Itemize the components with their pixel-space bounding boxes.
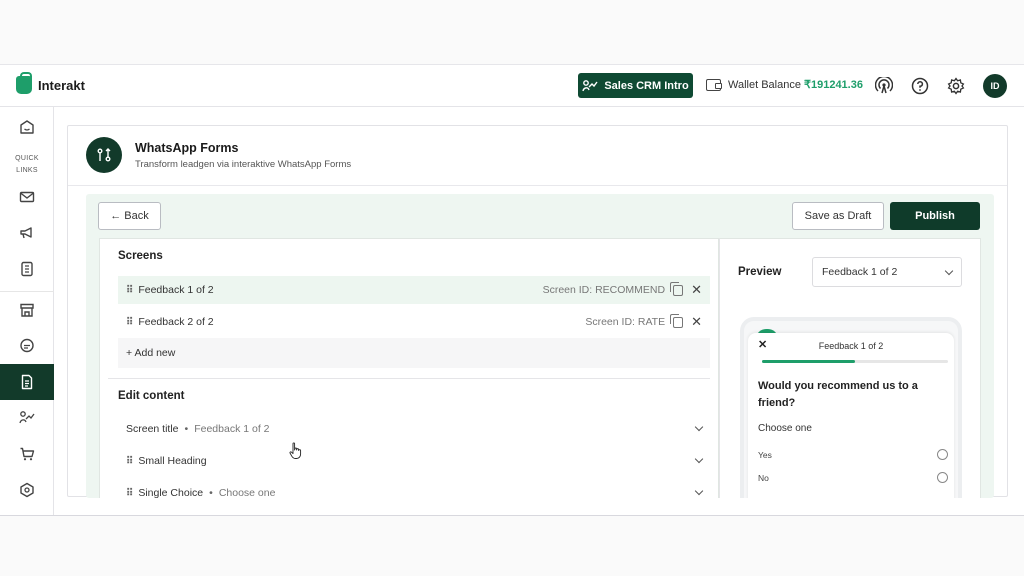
preview-panel: Preview Feedback 1 of 2 Feedback 1 of 2 … xyxy=(719,238,981,498)
sidebar-item-campaigns[interactable] xyxy=(0,215,54,251)
interakt-logo-icon xyxy=(16,72,32,94)
preview-select-value: Feedback 1 of 2 xyxy=(822,266,898,278)
drag-handle-icon[interactable]: ⠿ xyxy=(126,317,133,328)
sidebar-item-commerce[interactable] xyxy=(0,436,54,472)
wallet-icon xyxy=(706,78,722,91)
editor-panel: Screens ⠿ Feedback 1 of 2 Screen ID: REC… xyxy=(99,238,719,498)
choose-label: Choose one xyxy=(758,423,812,434)
screens-title: Screens xyxy=(118,250,163,262)
chat-icon xyxy=(20,338,34,353)
user-avatar[interactable]: ID xyxy=(983,74,1007,98)
close-icon[interactable]: ✕ xyxy=(691,282,702,298)
phone-preview: Feedback 1 of 2 ✕ Would you recommend us… xyxy=(740,317,962,498)
cart-icon xyxy=(20,447,35,461)
mail-icon xyxy=(19,191,35,203)
sidebar-item-mail[interactable] xyxy=(0,179,54,215)
screen-row[interactable]: ⠿ Feedback 2 of 2 Screen ID: RATE ✕ xyxy=(118,308,710,336)
edit-row-label: Single Choice xyxy=(138,487,204,498)
edit-row-label: Screen title xyxy=(126,423,179,435)
chevron-down-icon[interactable] xyxy=(694,454,704,464)
edit-row-small-heading[interactable]: ⠿ Small Heading xyxy=(118,447,710,475)
close-icon[interactable]: ✕ xyxy=(691,314,702,330)
sidebar: QUICK LINKS xyxy=(0,107,54,515)
edit-row-value: Feedback 1 of 2 xyxy=(194,423,270,435)
sidebar-item-chat[interactable] xyxy=(0,328,54,364)
sales-crm-intro-label: Sales CRM Intro xyxy=(604,79,689,92)
radio-button[interactable] xyxy=(937,472,948,483)
sidebar-item-notes[interactable] xyxy=(0,251,54,287)
preview-screen-select[interactable]: Feedback 1 of 2 xyxy=(812,257,962,287)
megaphone-icon xyxy=(20,227,32,239)
copy-icon[interactable] xyxy=(670,281,684,296)
screen-id: Screen ID: RATE xyxy=(585,316,666,328)
edit-row-value: Choose one xyxy=(218,487,276,498)
app-logo[interactable]: Interakt xyxy=(16,72,85,94)
sidebar-item-store[interactable] xyxy=(0,292,54,328)
sidebar-item-integrations[interactable] xyxy=(0,472,54,508)
sales-crm-intro-button[interactable]: Sales CRM Intro xyxy=(578,73,693,98)
form-sheet: Feedback 1 of 2 ✕ Would you recommend us… xyxy=(748,333,954,498)
close-icon[interactable]: ✕ xyxy=(758,338,767,351)
form-icon xyxy=(21,374,33,390)
page-header: WhatsApp Forms Transform leadgen via int… xyxy=(68,126,1007,186)
sidebar-item-crm[interactable] xyxy=(0,400,54,436)
drag-handle-icon[interactable]: ⠿ xyxy=(126,285,133,296)
separator-dot: • xyxy=(209,487,213,498)
app-window: Interakt Sales CRM Intro Wallet Balance … xyxy=(0,64,1024,516)
hexagon-icon xyxy=(20,482,34,498)
quick-links-label: QUICK LINKS xyxy=(15,155,39,174)
save-draft-button[interactable]: Save as Draft xyxy=(792,202,884,230)
option-row[interactable]: No xyxy=(758,472,954,483)
page-title: WhatsApp Forms xyxy=(135,141,239,155)
home-icon xyxy=(20,120,34,134)
edit-content-title: Edit content xyxy=(118,390,185,402)
option-row[interactable]: Yes xyxy=(758,449,954,460)
form-builder-area: ← Back Save as Draft Publish Screens ⠿ F… xyxy=(86,194,994,498)
option-label: No xyxy=(758,472,769,483)
wallet-balance[interactable]: Wallet Balance ₹191241.36 xyxy=(706,78,863,91)
question-text: Would you recommend us to a friend? xyxy=(758,380,918,409)
main-card: WhatsApp Forms Transform leadgen via int… xyxy=(67,125,1008,498)
separator-dot: • xyxy=(184,423,189,435)
help-icon[interactable] xyxy=(911,77,929,95)
notebook-icon xyxy=(21,261,33,277)
app-name: Interakt xyxy=(38,77,85,93)
sidebar-item-forms[interactable] xyxy=(0,364,54,400)
broadcast-icon[interactable] xyxy=(875,77,893,95)
forms-flow-icon xyxy=(86,137,122,173)
preview-label: Preview xyxy=(738,266,782,278)
chevron-down-icon[interactable] xyxy=(694,486,704,496)
page-subtitle: Transform leadgen via interaktive WhatsA… xyxy=(135,159,352,170)
screen-row[interactable]: ⠿ Feedback 1 of 2 Screen ID: RECOMMEND ✕ xyxy=(118,276,710,304)
settings-icon[interactable] xyxy=(947,77,965,95)
edit-row-label: Small Heading xyxy=(138,455,207,467)
option-label: Yes xyxy=(758,449,772,460)
back-button[interactable]: ← Back xyxy=(98,202,161,230)
trend-icon xyxy=(582,79,598,91)
publish-button[interactable]: Publish xyxy=(890,202,980,230)
store-icon xyxy=(20,303,34,317)
screen-label: Feedback 2 of 2 xyxy=(138,316,214,328)
edit-row-single-choice[interactable]: ⠿ Single Choice • Choose one xyxy=(118,479,710,498)
hand-cursor-icon xyxy=(289,442,302,459)
add-new-screen-button[interactable]: + Add new xyxy=(118,338,710,368)
trend-icon xyxy=(19,411,35,424)
wallet-amount: ₹191241.36 xyxy=(803,79,863,91)
copy-icon[interactable] xyxy=(670,313,684,328)
screen-label: Feedback 1 of 2 xyxy=(138,284,214,296)
radio-button[interactable] xyxy=(937,449,948,460)
top-bar: Interakt Sales CRM Intro Wallet Balance … xyxy=(0,65,1024,107)
chevron-down-icon xyxy=(944,266,954,275)
progress-fill xyxy=(762,360,855,363)
drag-handle-icon[interactable]: ⠿ xyxy=(126,488,133,499)
progress-bar xyxy=(762,360,948,363)
drag-handle-icon[interactable]: ⠿ xyxy=(126,456,133,467)
sidebar-item-home[interactable] xyxy=(0,109,54,145)
edit-row-screen-title[interactable]: Screen title • Feedback 1 of 2 xyxy=(118,415,710,443)
screen-id: Screen ID: RECOMMEND xyxy=(542,284,666,296)
wallet-label: Wallet Balance xyxy=(728,78,801,91)
section-divider xyxy=(108,378,710,379)
sheet-title: Feedback 1 of 2 xyxy=(818,341,884,351)
chevron-down-icon[interactable] xyxy=(694,422,704,432)
